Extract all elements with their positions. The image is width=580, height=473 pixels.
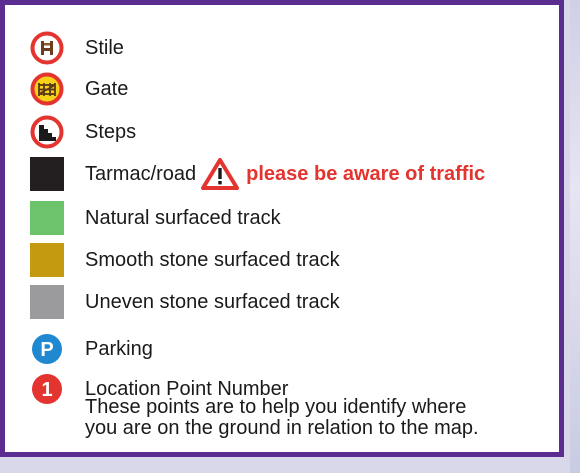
- gate-icon: [29, 71, 65, 107]
- uneven-stone-swatch: [29, 284, 65, 320]
- smooth-stone-swatch: [29, 242, 65, 278]
- location-point-icon: 1: [29, 371, 65, 407]
- steps-icon: [29, 114, 65, 150]
- tarmac-swatch: [29, 156, 65, 192]
- traffic-warning-text: please be aware of traffic: [246, 162, 486, 185]
- legend-label-smooth-stone: Smooth stone surfaced track: [85, 249, 340, 271]
- parking-icon: P: [29, 331, 65, 367]
- location-point-glyph: 1: [41, 379, 52, 401]
- legend-row-gate: Gate: [29, 71, 128, 107]
- map-legend: Stile Gate Steps Tarmac/road please be a…: [0, 0, 564, 457]
- map-background-strip: [570, 0, 580, 473]
- warning-triangle-icon: [200, 157, 240, 191]
- parking-glyph: P: [40, 339, 53, 361]
- legend-label-stile: Stile: [85, 37, 124, 59]
- legend-row-steps: Steps: [29, 114, 136, 150]
- legend-label-natural-track: Natural surfaced track: [85, 207, 281, 229]
- legend-row-natural-track: Natural surfaced track: [29, 200, 281, 236]
- legend-row-tarmac: Tarmac/road please be aware of traffic: [29, 156, 485, 192]
- legend-label-tarmac: Tarmac/road: [85, 163, 197, 185]
- legend-label-gate: Gate: [85, 78, 129, 100]
- legend-label-steps: Steps: [85, 121, 137, 143]
- natural-track-swatch: [29, 200, 65, 236]
- legend-label-parking: Parking: [85, 338, 153, 360]
- legend-label-uneven-stone: Uneven stone surfaced track: [85, 291, 340, 313]
- legend-row-parking: P Parking: [29, 331, 153, 367]
- stile-icon: [29, 30, 65, 66]
- legend-row-uneven-stone: Uneven stone surfaced track: [29, 284, 340, 320]
- legend-row-stile: Stile: [29, 30, 124, 66]
- location-point-description-line-2: you are on the ground in relation to the…: [85, 417, 479, 439]
- location-point-description-line-1: These points are to help you identify wh…: [85, 396, 467, 418]
- legend-row-smooth-stone: Smooth stone surfaced track: [29, 242, 340, 278]
